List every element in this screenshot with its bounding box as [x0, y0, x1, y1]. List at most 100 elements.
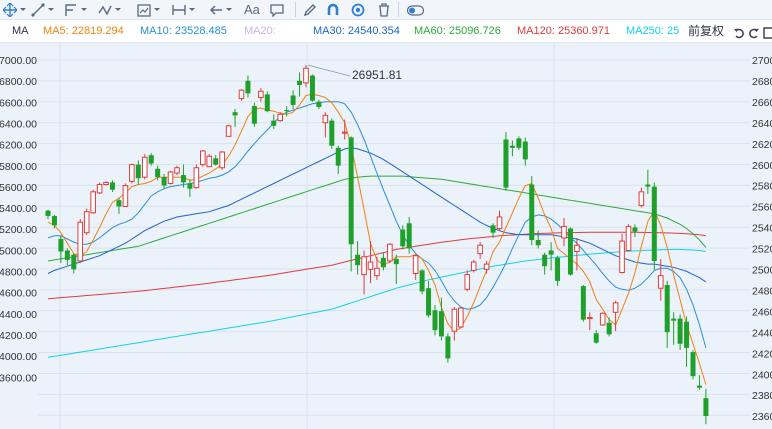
toolbar-divider — [398, 2, 399, 17]
chevron-down-icon[interactable] — [188, 1, 196, 18]
candle-body — [671, 318, 677, 321]
right-axis-tick: 2440 — [752, 327, 772, 339]
candle-body — [393, 258, 399, 265]
candle-body — [529, 184, 535, 241]
candlestick-chart[interactable]: 26951.81 27000.00 26800.00 26600.00 26400.00… — [0, 43, 772, 429]
candle-body — [567, 228, 573, 275]
candle-body — [225, 125, 232, 137]
candle-body — [509, 145, 515, 148]
trash-icon[interactable] — [377, 1, 391, 18]
wave-tool-icon[interactable] — [98, 1, 112, 18]
toggle-icon[interactable] — [407, 1, 424, 18]
crosshair-icon[interactable] — [3, 1, 17, 18]
candle-body — [606, 322, 612, 335]
candle-body — [477, 244, 483, 255]
candle-body — [496, 216, 503, 229]
ma20-value: MA20: — [244, 25, 276, 37]
chevron-down-icon[interactable] — [19, 1, 27, 18]
candle-body — [548, 250, 554, 255]
candle-body — [432, 310, 438, 331]
candle-body — [251, 105, 257, 124]
fuquan-selector[interactable]: 前复权 — [688, 20, 724, 42]
right-axis-tick: 2600 — [752, 160, 772, 172]
candle-body — [361, 256, 367, 276]
ma250-value: MA250: 25 — [626, 25, 679, 37]
right-axis-tick: 2520 — [752, 244, 772, 256]
candle-body — [206, 155, 213, 168]
eye-icon[interactable] — [351, 1, 365, 18]
range-tool-icon[interactable] — [172, 1, 186, 18]
chart-svg[interactable]: 26951.81 27000.00 26800.00 26600.00 26400.00… — [0, 43, 772, 429]
left-axis-tick: 24400.00 — [0, 309, 37, 321]
right-axis-tick: 2680 — [752, 76, 772, 88]
chevron-down-icon[interactable] — [47, 1, 55, 18]
right-axis-tick: 2400 — [752, 369, 772, 381]
candle-body — [322, 114, 329, 124]
right-axis-tick: 2620 — [752, 139, 772, 151]
line-tool-icon[interactable] — [31, 1, 45, 18]
candle-body — [664, 285, 670, 333]
indicator-bar: MA MA5: 22819.294 MA10: 23528.485 MA20: … — [0, 20, 772, 43]
candle-body — [522, 141, 528, 160]
left-axis-tick: 24200.00 — [0, 330, 37, 342]
toolbar-divider — [295, 2, 296, 17]
chevron-down-icon[interactable] — [225, 1, 233, 18]
candle-body — [135, 164, 141, 179]
chevron-down-icon[interactable] — [153, 1, 161, 18]
candle-body — [309, 75, 315, 101]
ma-indicator-label[interactable]: MA — [12, 20, 29, 42]
candle-body — [303, 67, 309, 84]
ma10-value: MA10: 23528.485 — [140, 25, 227, 37]
left-axis-tick: 24000.00 — [0, 351, 37, 363]
left-axis-tick: 27000.00 — [0, 55, 37, 67]
candle-body — [271, 120, 277, 126]
candle-body — [470, 261, 477, 271]
fork-tool-icon[interactable] — [64, 1, 78, 18]
candle-body — [599, 312, 606, 326]
candle-body — [587, 317, 593, 320]
candle-body — [438, 311, 444, 337]
candle-body — [580, 286, 586, 320]
candle-body — [355, 254, 361, 266]
ma30-value: MA30: 24540.354 — [313, 25, 400, 37]
candle-body — [284, 110, 290, 112]
candle-body — [238, 89, 245, 100]
candle-body — [200, 150, 206, 166]
candle-body — [264, 94, 270, 112]
candle-body — [451, 308, 458, 332]
ma60-value: MA60: 25096.726 — [414, 25, 501, 37]
candle-body — [148, 155, 154, 164]
candle-body — [71, 254, 77, 270]
right-axis-tick: 2480 — [752, 285, 772, 297]
right-axis-tick: 2660 — [752, 97, 772, 109]
chevron-down-icon[interactable] — [114, 1, 122, 18]
left-axis-tick: 25600.00 — [0, 182, 37, 194]
candle-body — [638, 191, 645, 206]
candle-body — [258, 90, 264, 99]
candle-body — [542, 254, 548, 267]
right-axis-tick: 2640 — [752, 118, 772, 130]
left-axis-tick: 26600.00 — [0, 97, 37, 109]
text-tool-icon[interactable]: Aa — [244, 1, 260, 18]
left-axis-tick: 26400.00 — [0, 118, 37, 130]
chevron-down-icon[interactable] — [80, 1, 88, 18]
candle-body — [464, 274, 471, 290]
candle-body — [297, 80, 303, 85]
candle-body — [213, 158, 219, 165]
candle-body — [657, 275, 664, 289]
arrow-left-icon[interactable] — [209, 1, 223, 18]
candle-body — [51, 215, 57, 226]
measure-tool-icon[interactable] — [137, 1, 151, 18]
pencil-icon[interactable] — [303, 1, 317, 18]
candle-body — [561, 225, 567, 239]
right-axis-tick: 2380 — [752, 390, 772, 402]
candle-body — [58, 238, 64, 252]
candle-body — [677, 318, 683, 344]
candle-body — [367, 261, 374, 270]
comment-icon[interactable] — [270, 1, 284, 18]
candle-body — [129, 164, 135, 182]
candle-body — [412, 255, 419, 275]
candle-body — [458, 307, 464, 328]
candle-body — [625, 225, 632, 251]
magnet-icon[interactable] — [326, 1, 340, 18]
